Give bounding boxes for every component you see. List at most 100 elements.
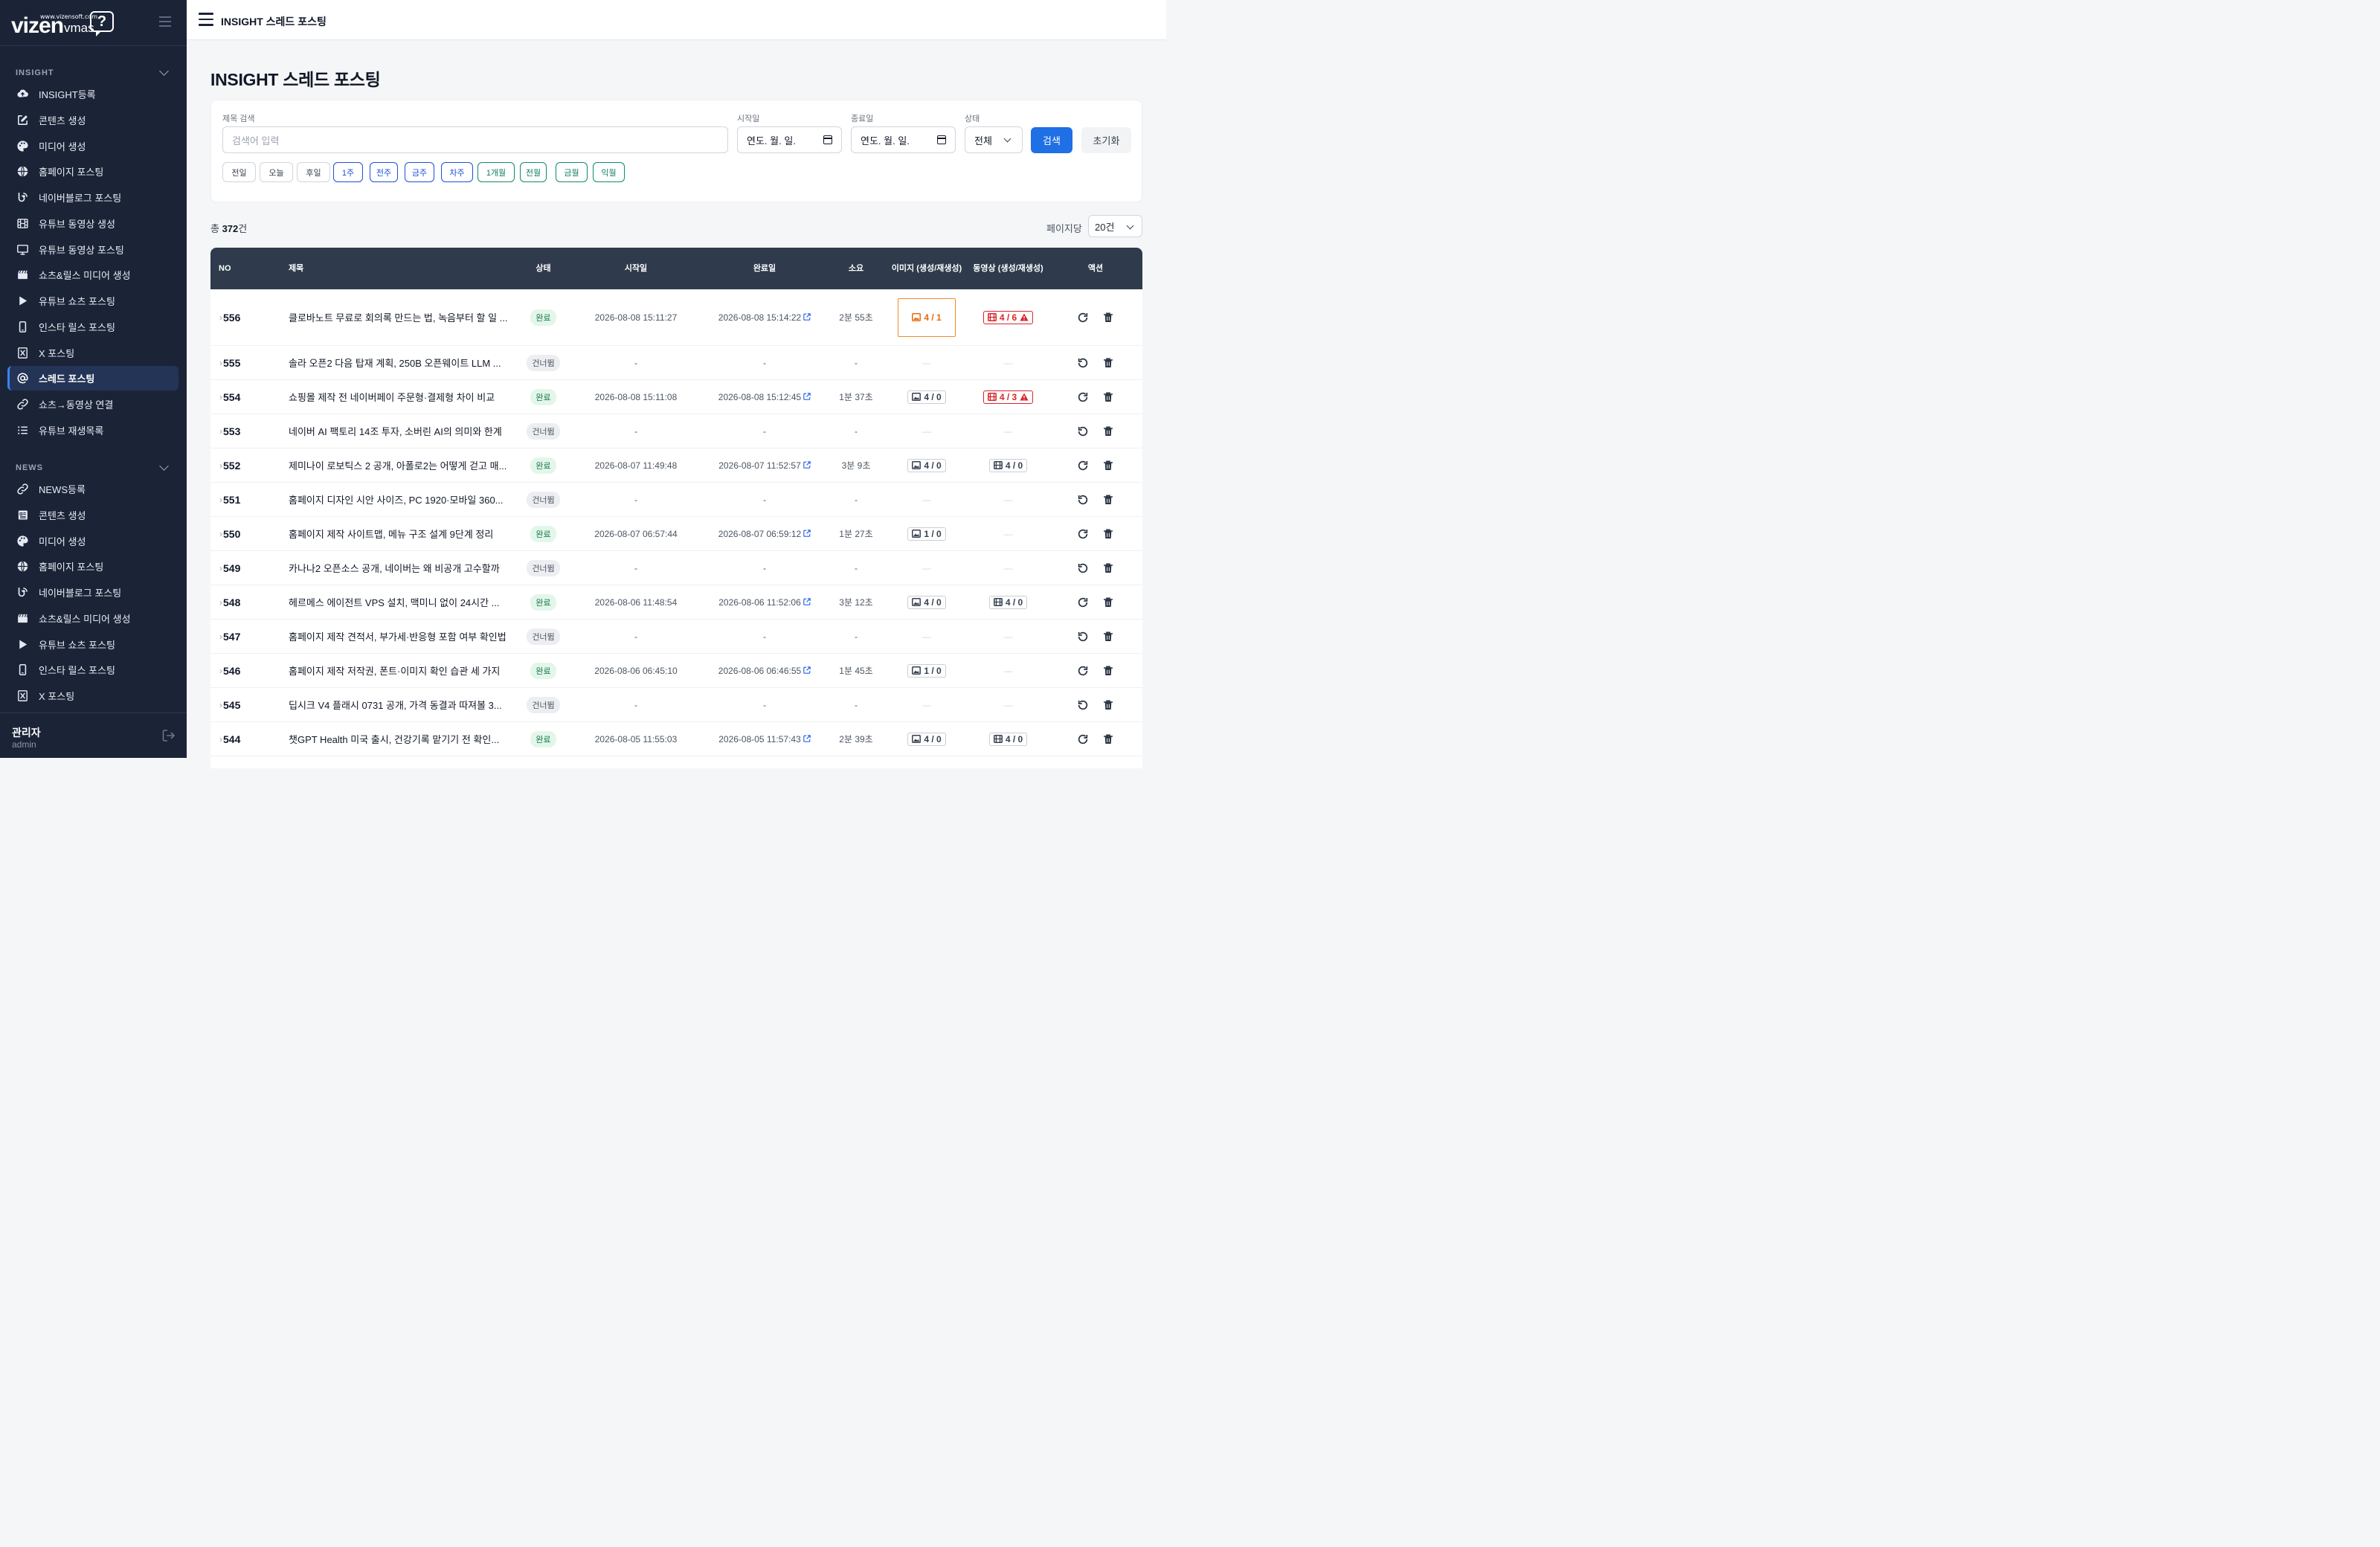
expand-chevron-icon[interactable]: › <box>219 529 222 539</box>
regenerate-icon[interactable] <box>1077 596 1089 608</box>
image-count-badge[interactable]: 1 / 0 <box>907 527 946 541</box>
row-number-cell[interactable]: › 552 <box>219 448 240 482</box>
chevron-down-icon[interactable] <box>159 66 169 76</box>
date-range-chip[interactable]: 전월 <box>520 162 547 182</box>
calendar-icon[interactable] <box>937 135 946 144</box>
table-row[interactable]: › 553 네이버 AI 팩토리 14조 투자, 소버린 AI의 의미와 한계 건너뜀… <box>210 414 1142 448</box>
external-link-icon[interactable] <box>803 734 811 742</box>
date-range-chip[interactable]: 금주 <box>405 162 434 182</box>
date-range-chip[interactable]: 1주 <box>333 162 363 182</box>
trash-icon[interactable] <box>1102 460 1114 472</box>
row-number-cell[interactable]: › 554 <box>219 380 240 414</box>
table-row[interactable]: › 545 딥시크 V4 플래시 0731 공개, 가격 동결과 따져볼 3... 건… <box>210 688 1142 722</box>
trash-icon[interactable] <box>1102 391 1114 403</box>
trash-icon[interactable] <box>1102 494 1114 506</box>
row-number-cell[interactable]: › 556 <box>219 289 240 345</box>
table-row[interactable]: › 549 카나나2 오픈소스 공개, 네이버는 왜 비공개 고수할까 건너뜀 - - - —… <box>210 551 1142 585</box>
sidebar-item[interactable]: X 포스팅 <box>7 341 178 365</box>
sidebar-item[interactable]: 인스타 릴스 포스팅 <box>7 315 178 339</box>
calendar-icon[interactable] <box>823 135 832 144</box>
regenerate-icon[interactable] <box>1077 391 1089 403</box>
table-row[interactable]: › 548 헤르메스 에이전트 VPS 설치, 맥미니 없이 24시간 ... 완료 2… <box>210 585 1142 620</box>
search-button[interactable]: 검색 <box>1031 127 1072 153</box>
date-range-chip[interactable]: 후일 <box>297 162 330 182</box>
undo-icon[interactable] <box>1077 425 1089 437</box>
table-row[interactable]: › 554 쇼핑몰 제작 전 네이버페이 주문형·결제형 차이 비교 완료 2026-0… <box>210 380 1142 414</box>
title-search-input[interactable]: 검색어 입력 <box>222 126 728 153</box>
row-title[interactable]: 솔라 오픈2 다음 탑재 계획, 250B 오픈웨이트 LLM ... <box>289 346 501 379</box>
regenerate-icon[interactable] <box>1077 665 1089 677</box>
expand-chevron-icon[interactable]: › <box>219 666 222 676</box>
sidebar-item[interactable]: 유튜브 쇼츠 포스팅 <box>7 289 178 313</box>
row-number-cell[interactable]: › 555 <box>219 346 240 379</box>
undo-icon[interactable] <box>1077 631 1089 643</box>
trash-icon[interactable] <box>1102 528 1114 540</box>
regenerate-icon[interactable] <box>1077 528 1089 540</box>
sidebar-item[interactable]: 네이버블로그 포스팅 <box>7 580 178 605</box>
trash-icon[interactable] <box>1102 665 1114 677</box>
sidebar-item[interactable]: 쇼츠&릴스 미디어 생성 <box>7 263 178 287</box>
table-row[interactable]: › 555 솔라 오픈2 다음 탑재 계획, 250B 오픈웨이트 LLM ... 건… <box>210 346 1142 380</box>
row-number-cell[interactable]: › 545 <box>219 688 240 721</box>
image-count-badge[interactable]: 4 / 0 <box>907 458 946 472</box>
expand-chevron-icon[interactable]: › <box>219 495 222 505</box>
table-row[interactable]: › 550 홈페이지 제작 사이트맵, 메뉴 구조 설계 9단계 정리 완료 2026-… <box>210 517 1142 551</box>
sidebar-section-title[interactable]: NEWS <box>16 463 43 472</box>
row-number-cell[interactable]: › 553 <box>219 414 240 448</box>
row-title[interactable]: 헤르메스 에이전트 VPS 설치, 맥미니 없이 24시간 ... <box>289 585 500 619</box>
trash-icon[interactable] <box>1102 596 1114 608</box>
sidebar-item[interactable]: 유튜브 동영상 포스팅 <box>7 237 178 262</box>
trash-icon[interactable] <box>1102 357 1114 369</box>
date-range-chip[interactable]: 전주 <box>370 162 398 182</box>
sidebar-item[interactable]: INSIGHT등록 <box>7 82 178 106</box>
image-count-badge[interactable]: 1 / 0 <box>907 663 946 678</box>
sidebar-section-title[interactable]: INSIGHT <box>16 68 54 77</box>
video-count-badge[interactable]: 4 / 0 <box>988 732 1028 746</box>
row-title[interactable]: 챗GPT Health 미국 출시, 건강기록 맡기기 전 확인... <box>289 722 499 756</box>
undo-icon[interactable] <box>1077 699 1089 711</box>
undo-icon[interactable] <box>1077 357 1089 369</box>
date-range-chip[interactable]: 1개월 <box>477 162 515 182</box>
row-number-cell[interactable]: › 544 <box>219 722 240 756</box>
image-count-badge[interactable]: 4 / 1 <box>898 298 956 337</box>
sidebar-item[interactable]: 유튜브 재생목록 <box>7 418 178 443</box>
sidebar-item[interactable]: 인스타 릴스 포스팅 <box>7 657 178 682</box>
row-title[interactable]: 클로바노트 무료로 회의록 만드는 법, 녹음부터 할 일 ... <box>289 289 508 345</box>
row-number-cell[interactable]: › 550 <box>219 517 240 550</box>
table-row[interactable]: › 547 홈페이지 제작 견적서, 부가세·반응형 포함 여부 확인법 건너뜀 - - -… <box>210 620 1142 654</box>
regenerate-icon[interactable] <box>1077 312 1089 324</box>
trash-icon[interactable] <box>1102 733 1114 745</box>
external-link-icon[interactable] <box>803 460 811 469</box>
start-date-input[interactable]: 연도. 월. 일. <box>737 126 842 153</box>
reset-button[interactable]: 초기화 <box>1081 127 1131 153</box>
chevron-down-icon[interactable] <box>159 461 169 471</box>
sidebar-item[interactable]: 유튜브 쇼츠 포스팅 <box>7 632 178 657</box>
table-row[interactable]: › 544 챗GPT Health 미국 출시, 건강기록 맡기기 전 확인... 완… <box>210 722 1142 756</box>
vizen-logo[interactable]: www.vizensoft.com vizen vmas ? <box>11 10 115 38</box>
image-count-badge[interactable]: 4 / 0 <box>907 390 946 404</box>
image-count-badge[interactable]: 4 / 0 <box>907 732 946 746</box>
undo-icon[interactable] <box>1077 494 1089 506</box>
row-title[interactable]: 홈페이지 제작 사이트맵, 메뉴 구조 설계 9단계 정리 <box>289 517 493 550</box>
sidebar-item[interactable]: 홈페이지 포스팅 <box>7 159 178 184</box>
date-range-chip[interactable]: 금월 <box>556 162 588 182</box>
row-title[interactable]: 홈페이지 제작 견적서, 부가세·반응형 포함 여부 확인법 <box>289 620 506 653</box>
trash-icon[interactable] <box>1102 562 1114 574</box>
sidebar-item[interactable]: 미디어 생성 <box>7 134 178 158</box>
sidebar-item[interactable]: X 포스팅 <box>7 684 178 708</box>
date-range-chip[interactable]: 익월 <box>593 162 625 182</box>
external-link-icon[interactable] <box>803 392 811 400</box>
sidebar-item[interactable]: 홈페이지 포스팅 <box>7 554 178 579</box>
row-number-cell[interactable]: › 547 <box>219 620 240 653</box>
row-title[interactable]: 제미나이 로보틱스 2 공개, 아폴로2는 어떻게 걷고 매... <box>289 448 506 482</box>
sidebar-item[interactable]: 콘텐츠 생성 <box>7 503 178 527</box>
row-title[interactable]: 홈페이지 제작 저작권, 폰트·이미지 확인 습관 세 가지 <box>289 654 500 687</box>
expand-chevron-icon[interactable]: › <box>219 563 222 573</box>
row-number-cell[interactable]: › 551 <box>219 483 240 516</box>
external-link-icon[interactable] <box>803 529 811 537</box>
status-select[interactable]: 전체 <box>965 126 1023 153</box>
logout-icon[interactable] <box>162 730 176 742</box>
sidebar-item[interactable]: 미디어 생성 <box>7 529 178 553</box>
row-number-cell[interactable]: › 549 <box>219 551 240 585</box>
video-count-badge[interactable]: 4 / 0 <box>988 458 1028 472</box>
